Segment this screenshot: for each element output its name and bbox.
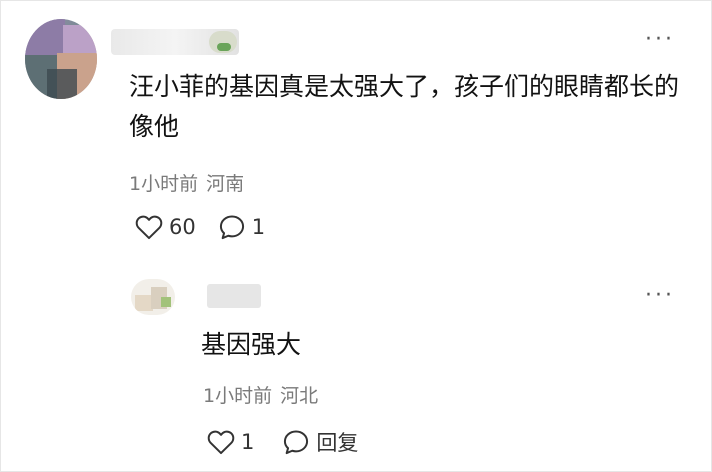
reply-action-label: 回复: [316, 431, 359, 455]
comment-meta: 1小时前 河南: [129, 169, 244, 196]
comment-actions: 60 1: [135, 214, 265, 240]
reply-meta: 1小时前 河北: [203, 381, 318, 408]
like-button[interactable]: 60: [135, 214, 196, 240]
comment-time: 1小时前: [129, 173, 199, 195]
heart-icon: [135, 215, 163, 240]
comment-bubble-icon: [219, 215, 244, 240]
comment-text: 汪小菲的基因真是太强大了，孩子们的眼睛都长的像他: [129, 72, 680, 141]
reply-time: 1小时前: [203, 385, 273, 407]
reply-text: 基因强大: [201, 330, 302, 359]
reply-like-count: 1: [241, 430, 255, 454]
reply-count: 1: [251, 215, 266, 239]
user-badge: [209, 31, 237, 53]
reply-avatar[interactable]: [131, 279, 175, 315]
reply-actions: 1 回复: [207, 427, 358, 457]
comment-card: ··· 汪小菲的基因真是太强大了，孩子们的眼睛都长的像他 1小时前 河南 60 1…: [0, 0, 712, 472]
comment-location: 河南: [206, 173, 245, 195]
reply-like-button[interactable]: 1: [207, 429, 254, 455]
avatar[interactable]: [25, 19, 97, 99]
like-count: 60: [169, 215, 196, 239]
reply-reply-button[interactable]: 回复: [282, 427, 358, 457]
reply-more-dots-icon[interactable]: ···: [645, 285, 675, 307]
heart-icon: [207, 430, 235, 455]
comment-button[interactable]: 1: [218, 214, 265, 240]
more-dots-icon[interactable]: ···: [645, 29, 675, 51]
reply-location: 河北: [280, 385, 319, 407]
reply-username-blurred[interactable]: [207, 284, 261, 308]
comment-bubble-icon: [284, 430, 309, 455]
